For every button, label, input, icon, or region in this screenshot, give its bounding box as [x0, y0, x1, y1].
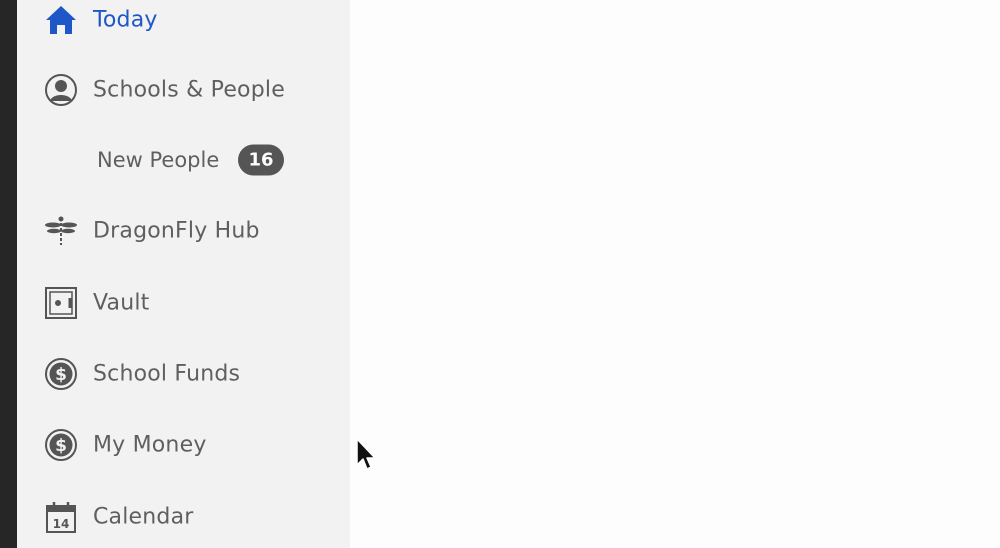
- sidebar-item-schools-people[interactable]: Schools & People: [17, 60, 350, 120]
- sidebar: Today Schools & People New People 16 Dra…: [17, 0, 350, 548]
- calendar-icon: 14: [44, 500, 78, 534]
- sidebar-item-label: Today: [93, 7, 158, 33]
- sidebar-item-label: My Money: [93, 432, 207, 458]
- main-content: [350, 0, 1000, 548]
- dollar-coin-icon: $: [44, 428, 78, 462]
- mouse-cursor-icon: [355, 437, 377, 473]
- window-edge: [0, 0, 17, 548]
- sidebar-item-label: Calendar: [93, 504, 194, 530]
- svg-text:$: $: [55, 436, 67, 456]
- sidebar-item-my-money[interactable]: $ My Money: [17, 415, 350, 475]
- sidebar-item-label: DragonFly Hub: [93, 218, 260, 244]
- dollar-coin-icon: $: [44, 357, 78, 391]
- sidebar-item-dragonfly-hub[interactable]: DragonFly Hub: [17, 201, 350, 261]
- sidebar-item-today[interactable]: Today: [17, 0, 350, 50]
- svg-text:$: $: [55, 365, 67, 385]
- calendar-day-number: 14: [53, 517, 70, 531]
- user-circle-icon: [44, 73, 78, 107]
- sidebar-item-school-funds[interactable]: $ School Funds: [17, 344, 350, 404]
- sidebar-item-label: Schools & People: [93, 77, 285, 103]
- sidebar-subitem-label: New People: [97, 148, 220, 172]
- sidebar-item-calendar[interactable]: 14 Calendar: [17, 487, 350, 547]
- sidebar-item-vault[interactable]: Vault: [17, 273, 350, 333]
- safe-icon: [44, 286, 78, 320]
- sidebar-item-label: Vault: [93, 290, 150, 316]
- home-icon: [44, 3, 78, 37]
- count-badge: 16: [238, 144, 284, 176]
- sidebar-item-label: School Funds: [93, 361, 241, 387]
- sidebar-item-new-people[interactable]: New People 16: [17, 130, 350, 190]
- dragonfly-icon: [44, 214, 78, 248]
